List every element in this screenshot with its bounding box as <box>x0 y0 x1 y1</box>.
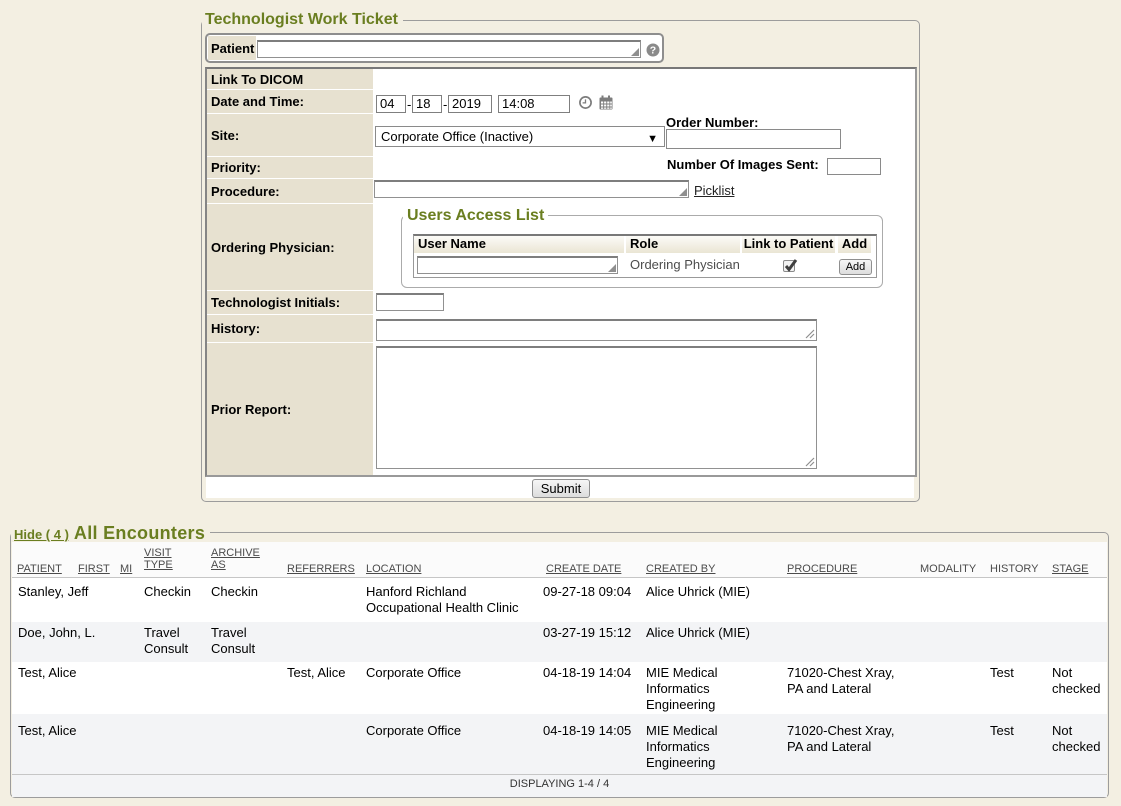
svg-text:?: ? <box>650 45 656 57</box>
